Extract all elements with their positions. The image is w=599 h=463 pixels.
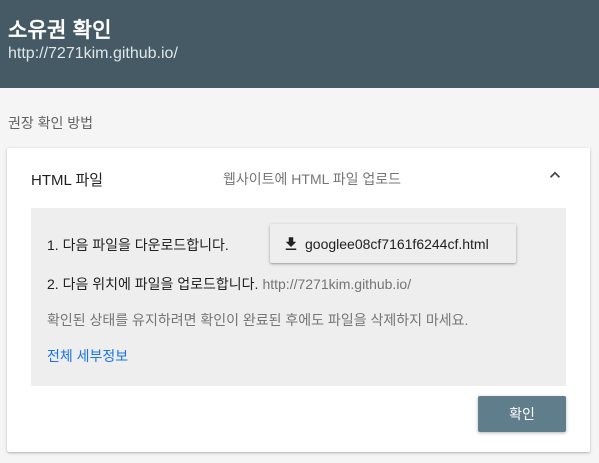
verification-method-card: HTML 파일 웹사이트에 HTML 파일 업로드 1. 다음 파일을 다운로드…: [7, 148, 590, 452]
confirm-button[interactable]: 확인: [478, 396, 566, 432]
step-2: 2. 다음 위치에 파일을 업로드합니다. http://7271kim.gith…: [47, 274, 411, 294]
step-2-url: http://7271kim.github.io/: [262, 276, 412, 292]
download-filename: googlee08cf7161f6244cf.html: [305, 235, 489, 252]
chevron-up-icon[interactable]: [545, 165, 565, 185]
keep-file-note: 확인된 상태를 유지하려면 확인이 완료된 후에도 파일을 삭제하지 마세요.: [47, 312, 469, 328]
method-description[interactable]: 웹사이트에 HTML 파일 업로드: [223, 169, 401, 189]
download-icon: [285, 236, 297, 250]
download-file-button[interactable]: googlee08cf7161f6244cf.html: [270, 224, 516, 263]
full-details-link[interactable]: 전체 세부정보: [47, 346, 128, 366]
step-2-text: 2. 다음 위치에 파일을 업로드합니다.: [47, 276, 259, 292]
method-title[interactable]: HTML 파일: [31, 169, 103, 190]
property-url: http://7271kim.github.io/: [8, 45, 178, 62]
page-title: 소유권 확인: [8, 19, 112, 42]
section-label: 권장 확인 방법: [8, 115, 94, 131]
page-header: 소유권 확인 http://7271kim.github.io/: [0, 0, 599, 88]
step-1-text: 1. 다음 파일을 다운로드합니다.: [47, 237, 229, 253]
method-instructions-panel: 1. 다음 파일을 다운로드합니다. googlee08cf7161f6244c…: [31, 208, 566, 386]
